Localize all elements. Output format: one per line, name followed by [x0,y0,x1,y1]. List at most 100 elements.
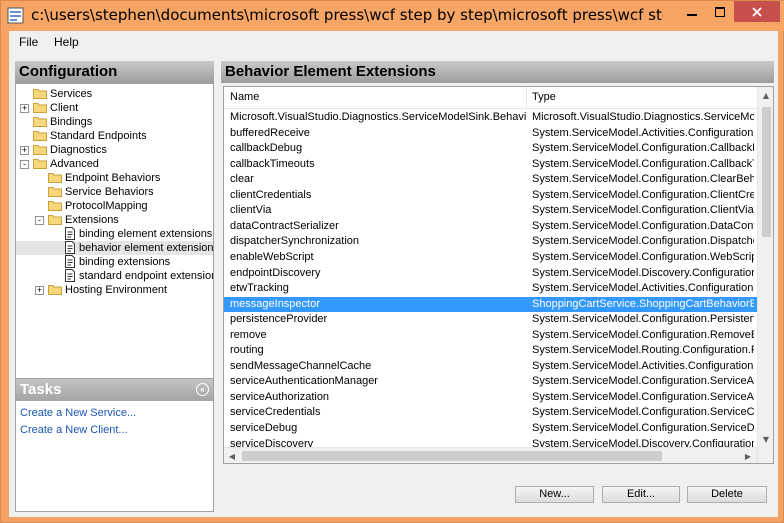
maximize-button[interactable] [706,1,734,22]
tree-node[interactable]: Service Behaviors [16,185,213,199]
behavior-extensions-header: Behavior Element Extensions [221,61,774,83]
configuration-header: Configuration [15,61,214,83]
table-row[interactable]: dispatcherSynchronization System.ServiceM… [224,234,757,250]
extension-name-cell: bufferedReceive [230,126,310,139]
table-row[interactable]: clientVia System.ServiceModel.Configurati… [224,203,757,219]
table-row[interactable]: serviceDebug System.ServiceModel.Configur… [224,421,757,437]
extension-type-cell: System.ServiceModel.Configuration.Dispat… [532,235,754,248]
table-row[interactable]: serviceCredentials System.ServiceModel.Co… [224,405,757,421]
table-row[interactable]: endpointDiscovery System.ServiceModel.Dis… [224,266,757,282]
folder-icon [33,130,47,141]
extensions-list[interactable]: Name Type Microsoft.VisualStudio.Diagnos… [223,86,774,464]
table-row[interactable]: bufferedReceive System.ServiceModel.Activ… [224,126,757,142]
tree-node[interactable]: Endpoint Behaviors [16,171,213,185]
tree-node-label: binding element extensions [79,228,213,240]
extension-type-cell: System.ServiceModel.Activities.Configura… [532,126,754,139]
window-title: c:\users\stephen\documents\microsoft pre… [31,6,663,24]
extension-name-cell: clear [230,173,254,186]
scroll-left-icon[interactable]: ◀ [224,448,240,463]
expand-icon[interactable]: + [20,146,29,155]
list-vertical-scrollbar[interactable]: ▲ ▼ [757,87,773,463]
configuration-tree[interactable]: ◀ ▶ Services+ClientBindingsStandard Endp… [15,83,214,401]
table-row[interactable]: clear System.ServiceModel.Configuration.C… [224,172,757,188]
tree-node-label: Diagnostics [50,144,107,156]
extension-type-cell: System.ServiceModel.Configuration.WebScr… [532,250,754,263]
title-bar[interactable]: c:\users\stephen\documents\microsoft pre… [1,1,784,31]
menu-help[interactable]: Help [54,35,79,49]
column-separator[interactable] [526,87,527,109]
tree-node[interactable]: Services [16,87,213,101]
tree-node-label: Service Behaviors [65,186,154,198]
tree-node[interactable]: + Client [16,101,213,115]
minimize-button[interactable] [678,1,706,22]
list-scroll-thumb[interactable] [762,107,771,237]
folder-icon [48,200,62,211]
extension-name-cell: enableWebScript [230,250,314,263]
tree-node[interactable]: Standard Endpoints [16,129,213,143]
extension-name-cell: dataContractSerializer [230,219,339,232]
table-row[interactable]: callbackDebug System.ServiceModel.Configu… [224,141,757,157]
app-window: c:\users\stephen\documents\microsoft pre… [0,0,784,523]
menu-bar: File Help [9,31,778,53]
scroll-down-icon[interactable]: ▼ [758,431,773,447]
table-row[interactable]: Microsoft.VisualStudio.Diagnostics.Servi… [224,110,757,126]
table-row[interactable]: dataContractSerializer System.ServiceMode… [224,219,757,235]
table-row[interactable]: enableWebScript System.ServiceModel.Confi… [224,250,757,266]
tree-node[interactable]: Bindings [16,115,213,129]
create-client-link[interactable]: Create a New Client... [20,424,128,436]
collapse-icon[interactable]: - [35,216,44,225]
table-row[interactable]: persistenceProvider System.ServiceModel.C… [224,312,757,328]
tree-node-label: ProtocolMapping [65,200,148,212]
collapse-icon[interactable]: - [20,160,29,169]
scroll-up-icon[interactable]: ▲ [758,87,773,103]
tree-node[interactable]: ProtocolMapping [16,199,213,213]
extension-type-cell: System.ServiceModel.Configuration.Servic… [532,406,754,419]
table-row[interactable]: remove System.ServiceModel.Configuration.… [224,328,757,344]
table-row[interactable]: messageInspector ShoppingCartService.Shop… [224,296,757,313]
tree-node[interactable]: - Advanced [16,157,213,171]
table-row[interactable]: callbackTimeouts System.ServiceModel.Conf… [224,157,757,173]
column-name-header[interactable]: Name [230,91,259,103]
table-row[interactable]: sendMessageChannelCache System.ServiceMod… [224,359,757,375]
table-row[interactable]: clientCredentials System.ServiceModel.Con… [224,188,757,204]
column-type-header[interactable]: Type [532,91,556,103]
list-horizontal-scrollbar[interactable]: ◀ ▶ [224,447,757,463]
tree-node-label: Client [50,102,79,114]
edit-button[interactable]: Edit... [602,486,680,503]
tree-node[interactable]: binding element extensions [16,227,213,241]
tree-node[interactable]: - Extensions [16,213,213,227]
folder-icon [33,116,47,127]
app-icon[interactable] [7,7,24,24]
extension-type-cell: System.ServiceModel.Configuration.Client… [532,204,754,217]
expand-icon[interactable]: + [20,104,29,113]
extension-type-cell: System.ServiceModel.Activities.Configura… [532,359,754,372]
tree-node-label: Standard Endpoints [50,130,147,142]
maximize-icon [715,6,725,17]
list-hscroll-thumb[interactable] [242,451,662,461]
expand-icon[interactable]: + [35,286,44,295]
extension-name-cell: messageInspector [230,297,320,310]
close-button[interactable] [734,1,780,22]
create-service-link[interactable]: Create a New Service... [20,407,136,419]
tree-node[interactable]: behavior element extensions [16,241,213,255]
table-row[interactable]: serviceAuthenticationManager System.Servi… [224,374,757,390]
extension-type-cell: System.ServiceModel.Configuration.Callba… [532,157,754,170]
extension-name-cell: sendMessageChannelCache [230,359,372,372]
table-row[interactable]: etwTracking System.ServiceModel.Activitie… [224,281,757,297]
tree-node[interactable]: binding extensions [16,255,213,269]
tree-node[interactable]: + Hosting Environment [16,283,213,297]
menu-file[interactable]: File [19,35,38,49]
tree-node[interactable]: standard endpoint extensions [16,269,213,283]
delete-button[interactable]: Delete [687,486,767,503]
tree-node[interactable]: + Diagnostics [16,143,213,157]
extension-name-cell: serviceAuthorization [230,390,330,403]
extension-type-cell: System.ServiceModel.Discovery.Configurat… [532,266,754,279]
collapse-icon[interactable]: « [196,383,209,396]
scroll-right-icon[interactable]: ▶ [740,448,756,463]
table-row[interactable]: routing System.ServiceModel.Routing.Confi… [224,343,757,359]
extension-name-cell: persistenceProvider [230,313,328,326]
new-button[interactable]: New... [515,486,594,503]
table-row[interactable]: serviceAuthorization System.ServiceModel.… [224,390,757,406]
extension-type-cell: System.ServiceModel.Configuration.Servic… [532,390,754,403]
tree-node-label: binding extensions [79,256,171,268]
